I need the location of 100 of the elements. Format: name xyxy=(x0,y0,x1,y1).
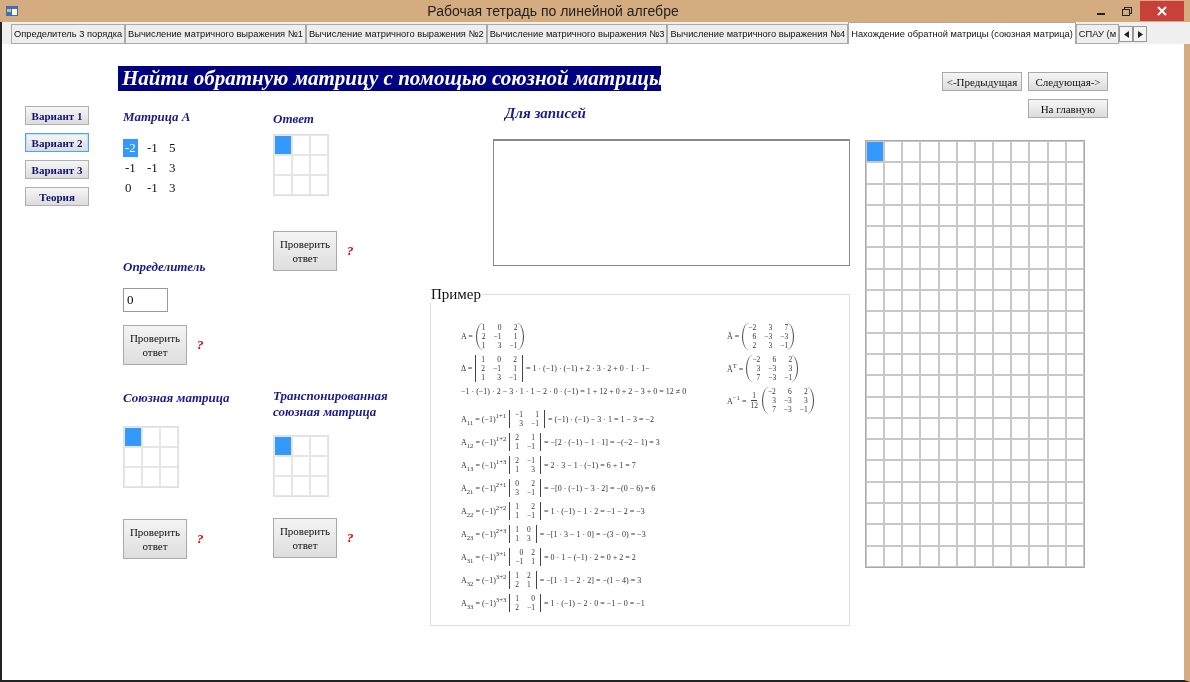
grid-cell[interactable] xyxy=(920,417,939,440)
variant-button[interactable]: Вариант 1 xyxy=(25,106,89,125)
grid-cell[interactable] xyxy=(993,481,1012,504)
tab[interactable]: Определитель 3 порядка xyxy=(11,24,126,44)
grid-cell[interactable] xyxy=(884,162,903,184)
grid-cell[interactable] xyxy=(920,311,939,333)
grid-cell[interactable] xyxy=(993,141,1012,163)
grid-cell[interactable] xyxy=(993,545,1012,567)
close-button[interactable] xyxy=(1140,1,1184,21)
previous-button[interactable]: <-Предыдущая xyxy=(942,72,1022,91)
grid-cell[interactable] xyxy=(274,135,292,155)
grid-cell[interactable] xyxy=(1011,524,1030,546)
grid-cell[interactable] xyxy=(993,311,1012,333)
grid-cell[interactable] xyxy=(866,503,885,525)
grid-cell[interactable] xyxy=(993,204,1012,227)
grid-cell[interactable] xyxy=(902,503,921,525)
grid-cell[interactable] xyxy=(884,460,903,482)
grid-cell[interactable] xyxy=(866,396,885,418)
grid-cell[interactable] xyxy=(884,396,903,418)
grid-cell[interactable] xyxy=(920,375,939,397)
grid-cell[interactable] xyxy=(993,290,1012,312)
check-answer-button[interactable]: Проверить ответ xyxy=(273,518,337,558)
grid-cell[interactable] xyxy=(274,155,292,175)
grid-cell[interactable] xyxy=(993,396,1012,418)
grid-cell[interactable] xyxy=(1011,417,1030,440)
tab[interactable]: СПАУ (м xyxy=(1075,24,1120,44)
next-button[interactable]: Следующая-> xyxy=(1028,72,1108,91)
grid-cell[interactable] xyxy=(1029,396,1048,418)
grid-cell[interactable] xyxy=(920,141,939,163)
scroll-left-button[interactable] xyxy=(1119,26,1134,42)
grid-cell[interactable] xyxy=(993,332,1012,354)
grid-cell[interactable] xyxy=(884,375,903,397)
grid-cell[interactable] xyxy=(884,439,903,461)
tab[interactable]: Нахождение обратной матрицы (союзная матрица) xyxy=(848,22,1076,44)
grid-cell[interactable] xyxy=(1011,481,1030,504)
variant-button[interactable]: Теория xyxy=(25,187,89,206)
grid-cell[interactable] xyxy=(866,311,885,333)
home-button[interactable]: На главную xyxy=(1028,99,1108,118)
grid-cell[interactable] xyxy=(866,353,885,376)
grid-cell[interactable] xyxy=(920,545,939,567)
notes-field[interactable] xyxy=(493,139,850,266)
grid-cell[interactable] xyxy=(902,375,921,397)
grid-cell[interactable] xyxy=(902,353,921,376)
grid-cell[interactable] xyxy=(920,353,939,376)
grid-cell[interactable] xyxy=(884,417,903,440)
grid-cell[interactable] xyxy=(993,417,1012,440)
grid-cell[interactable] xyxy=(1029,183,1048,205)
grid-cell[interactable] xyxy=(920,481,939,504)
grid-cell[interactable] xyxy=(920,396,939,418)
grid-cell[interactable] xyxy=(920,268,939,291)
grid-cell[interactable] xyxy=(902,439,921,461)
grid-cell[interactable] xyxy=(993,162,1012,184)
grid-cell[interactable] xyxy=(1029,460,1048,482)
grid-cell[interactable] xyxy=(1029,545,1048,567)
grid-cell[interactable] xyxy=(866,204,885,227)
grid-cell[interactable] xyxy=(884,226,903,248)
grid-cell[interactable] xyxy=(866,375,885,397)
grid-cell[interactable] xyxy=(1011,162,1030,184)
grid-cell[interactable] xyxy=(274,436,292,456)
grid-cell[interactable] xyxy=(142,467,160,487)
grid-cell[interactable] xyxy=(1029,439,1048,461)
grid-cell[interactable] xyxy=(866,460,885,482)
tab[interactable]: Вычисление матричного выражения №2 xyxy=(305,24,487,44)
grid-cell[interactable] xyxy=(884,183,903,205)
grid-cell[interactable] xyxy=(920,503,939,525)
grid-cell[interactable] xyxy=(1011,290,1030,312)
grid-cell[interactable] xyxy=(1029,503,1048,525)
matrix-input-grid[interactable] xyxy=(123,426,179,488)
grid-cell[interactable] xyxy=(310,155,328,175)
grid-cell[interactable] xyxy=(274,456,292,476)
grid-cell[interactable] xyxy=(993,503,1012,525)
grid-cell[interactable] xyxy=(902,332,921,354)
grid-cell[interactable] xyxy=(902,162,921,184)
grid-cell[interactable] xyxy=(1029,481,1048,504)
grid-cell[interactable] xyxy=(920,290,939,312)
grid-cell[interactable] xyxy=(866,545,885,567)
grid-cell[interactable] xyxy=(920,524,939,546)
grid-cell[interactable] xyxy=(1011,247,1030,269)
grid-cell[interactable] xyxy=(866,268,885,291)
grid-cell[interactable] xyxy=(902,226,921,248)
variant-button[interactable]: Вариант 3 xyxy=(25,160,89,179)
grid-cell[interactable] xyxy=(292,476,310,496)
grid-cell[interactable] xyxy=(884,141,903,163)
grid-cell[interactable] xyxy=(292,456,310,476)
grid-cell[interactable] xyxy=(866,183,885,205)
grid-cell[interactable] xyxy=(920,247,939,269)
grid-cell[interactable] xyxy=(1029,524,1048,546)
grid-cell[interactable] xyxy=(866,481,885,504)
grid-cell[interactable] xyxy=(1011,183,1030,205)
grid-cell[interactable] xyxy=(292,135,310,155)
grid-cell[interactable] xyxy=(1029,353,1048,376)
grid-cell[interactable] xyxy=(993,524,1012,546)
grid-cell[interactable] xyxy=(1011,311,1030,333)
grid-cell[interactable] xyxy=(124,467,142,487)
grid-cell[interactable] xyxy=(124,447,142,467)
grid-cell[interactable] xyxy=(902,481,921,504)
grid-cell[interactable] xyxy=(884,545,903,567)
matrix-input-grid[interactable] xyxy=(273,435,329,497)
grid-cell[interactable] xyxy=(993,268,1012,291)
scroll-right-button[interactable] xyxy=(1133,26,1148,42)
